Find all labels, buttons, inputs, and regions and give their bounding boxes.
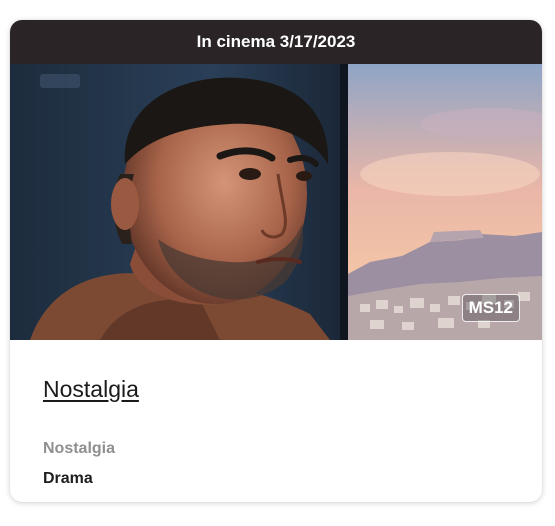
movie-original-title: Nostalgia (43, 440, 116, 457)
age-rating-badge: MS12 (461, 294, 520, 322)
release-date-banner: In cinema 3/17/2023 (10, 20, 542, 64)
movie-title-link[interactable]: Nostalgia (43, 376, 139, 403)
release-date-text: In cinema 3/17/2023 (196, 32, 356, 51)
movie-poster[interactable]: MS12 (10, 64, 542, 340)
movie-info: Nostalgia Nostalgia Drama (10, 340, 542, 502)
movie-genre: Drama (43, 470, 93, 487)
movie-card[interactable]: In cinema 3/17/2023 MS12 Nostalgia Nosta… (10, 20, 542, 502)
age-rating-text: MS12 (468, 298, 513, 317)
